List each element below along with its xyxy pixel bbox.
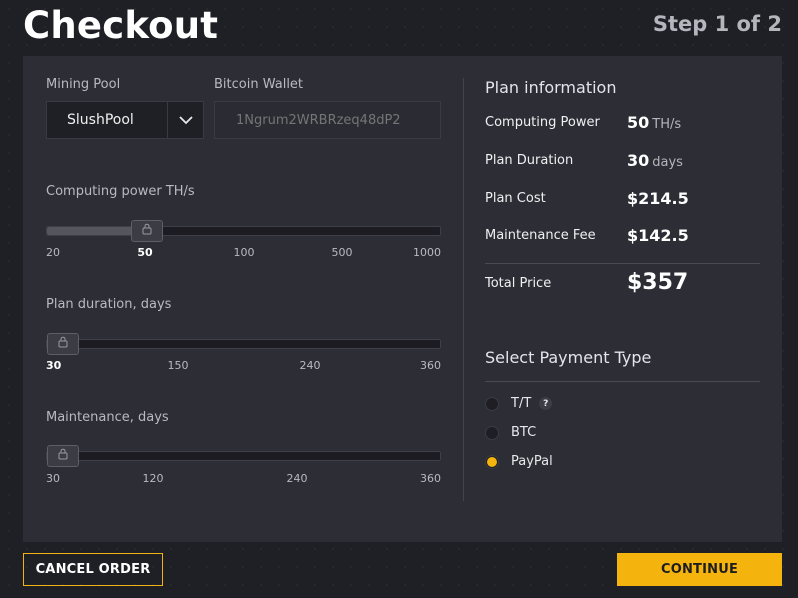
computing-power-slider[interactable] xyxy=(46,220,441,242)
payment-divider xyxy=(485,381,760,382)
plan-cost-label: Plan Cost xyxy=(485,191,546,206)
tick-label: 100 xyxy=(233,246,255,259)
cancel-order-button[interactable]: CANCEL ORDER xyxy=(23,553,163,586)
payment-option-label: T/T xyxy=(511,396,532,411)
plan-duration-label: Plan duration, days xyxy=(46,297,172,312)
column-divider xyxy=(463,78,464,501)
tick-label: 240 xyxy=(299,359,321,372)
plan-duration-ticks: 30 150 240 360 xyxy=(46,359,441,375)
computing-power-ticks: 20 50 100 500 1000 xyxy=(46,246,441,262)
maintenance-ticks: 30 120 240 360 xyxy=(46,472,441,488)
mining-pool-label: Mining Pool xyxy=(46,77,121,92)
bitcoin-wallet-label: Bitcoin Wallet xyxy=(214,77,304,92)
tick-label: 120 xyxy=(142,472,164,485)
plan-information-title: Plan information xyxy=(485,78,617,97)
continue-button[interactable]: CONTINUE xyxy=(617,553,782,586)
mining-pool-value: SlushPool xyxy=(67,112,134,128)
computing-power-unit: TH/s xyxy=(652,117,682,132)
maintenance-fee-value: $142.5 xyxy=(627,226,689,245)
computing-power-row-label: Computing Power xyxy=(485,115,600,130)
plan-duration-slider[interactable] xyxy=(46,333,441,355)
lock-icon xyxy=(58,447,68,465)
checkout-panel: Mining Pool Bitcoin Wallet SlushPool Com… xyxy=(23,56,782,542)
computing-power-handle[interactable] xyxy=(131,220,163,242)
tick-label: 150 xyxy=(167,359,189,372)
plan-summary: Plan information Computing Power 50 TH/s … xyxy=(485,56,760,542)
page-title: Checkout xyxy=(23,4,219,47)
maintenance-fee-label: Maintenance Fee xyxy=(485,228,596,243)
payment-option-paypal[interactable]: PayPal xyxy=(485,454,553,469)
total-price-value: $357 xyxy=(627,270,689,295)
duration-row-label: Plan Duration xyxy=(485,153,574,168)
duration-unit: days xyxy=(652,155,683,170)
payment-option-label: PayPal xyxy=(511,454,553,469)
tick-label: 30 xyxy=(46,472,60,485)
maintenance-label: Maintenance, days xyxy=(46,410,169,425)
radio-btc[interactable] xyxy=(485,425,499,440)
maintenance-slider[interactable] xyxy=(46,445,441,467)
tick-label: 240 xyxy=(286,472,308,485)
total-price-label: Total Price xyxy=(485,276,552,291)
tick-label: 30 xyxy=(46,359,62,372)
tick-label: 360 xyxy=(420,472,441,485)
radio-tt[interactable] xyxy=(485,396,499,411)
tick-label: 1000 xyxy=(413,246,441,259)
computing-power-row-value: 50 TH/s xyxy=(627,113,681,132)
plan-cost-value: $214.5 xyxy=(627,189,689,208)
tick-label: 20 xyxy=(46,246,60,259)
lock-icon xyxy=(58,335,68,353)
help-icon[interactable]: ? xyxy=(539,397,553,410)
payment-option-btc[interactable]: BTC xyxy=(485,425,536,440)
payment-option-label: BTC xyxy=(511,425,537,440)
duration-row-value: 30 days xyxy=(627,151,683,170)
bitcoin-wallet-input[interactable] xyxy=(214,101,441,139)
payment-type-title: Select Payment Type xyxy=(485,348,652,367)
radio-paypal[interactable] xyxy=(485,454,499,469)
lock-icon xyxy=(142,222,152,240)
mining-pool-select[interactable]: SlushPool xyxy=(46,101,204,139)
payment-option-tt[interactable]: T/T ? xyxy=(485,396,553,411)
chevron-down-icon[interactable] xyxy=(167,102,203,138)
maintenance-handle[interactable] xyxy=(47,445,79,467)
duration-number: 30 xyxy=(627,151,650,170)
computing-power-number: 50 xyxy=(627,113,650,132)
total-divider xyxy=(485,263,760,264)
tick-label: 50 xyxy=(137,246,153,259)
step-indicator: Step 1 of 2 xyxy=(652,12,782,36)
tick-label: 500 xyxy=(331,246,353,259)
plan-duration-handle[interactable] xyxy=(47,333,79,355)
tick-label: 360 xyxy=(420,359,441,372)
computing-power-label: Computing power TH/s xyxy=(46,184,195,199)
